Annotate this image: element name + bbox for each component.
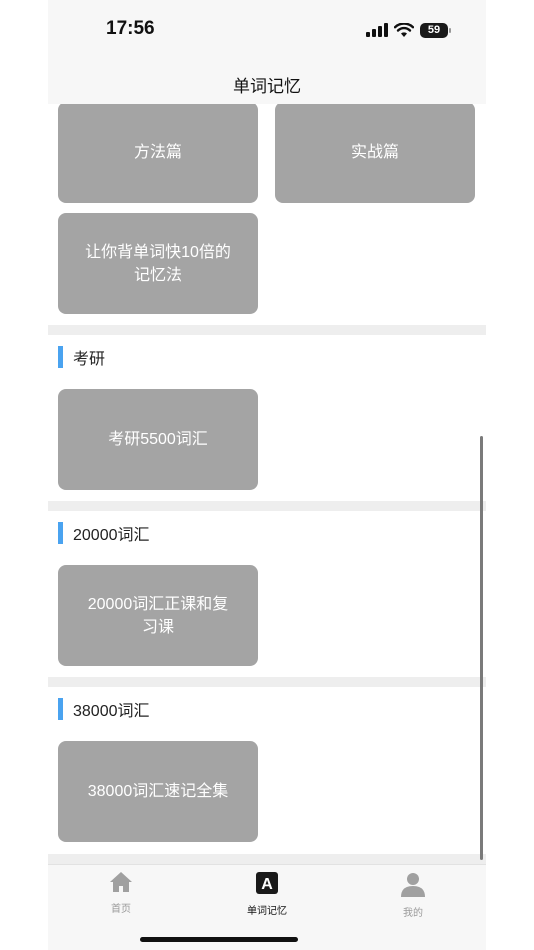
section-title: 38000词汇 xyxy=(73,703,150,720)
scrollbar[interactable] xyxy=(480,436,483,860)
tab-mine[interactable]: 我的 xyxy=(353,871,473,919)
course-tile[interactable]: 20000词汇正课和复习课 xyxy=(58,565,258,666)
nav-bar: 单词记忆 xyxy=(48,60,486,104)
section-divider xyxy=(48,501,486,511)
status-time: 17:56 xyxy=(106,18,155,39)
svg-text:A: A xyxy=(261,876,273,893)
status-icons: 59 xyxy=(366,20,451,40)
tab-home[interactable]: 首页 xyxy=(61,871,181,915)
course-tile[interactable]: 实战篇 xyxy=(275,104,475,203)
content-scroll[interactable]: 方法篇 实战篇 让你背单词快10倍的记忆法 考研 考研5500词汇 20000词… xyxy=(48,104,486,864)
course-tile[interactable]: 38000词汇速记全集 xyxy=(58,741,258,842)
tab-label: 我的 xyxy=(403,908,423,919)
section-accent-bar xyxy=(58,522,63,544)
wifi-icon xyxy=(394,22,414,37)
section-divider xyxy=(48,677,486,687)
letter-a-icon: A xyxy=(256,872,278,894)
person-icon xyxy=(401,873,425,897)
section-header: 考研 xyxy=(58,345,105,369)
status-bar: 17:56 59 xyxy=(48,0,486,60)
tab-label: 首页 xyxy=(111,904,131,915)
course-tile[interactable]: 考研5500词汇 xyxy=(58,389,258,490)
page-title: 单词记忆 xyxy=(233,77,301,96)
section-accent-bar xyxy=(58,698,63,720)
tab-label: 单词记忆 xyxy=(247,906,287,917)
section-accent-bar xyxy=(58,346,63,368)
battery-icon: 59 xyxy=(420,22,451,38)
home-indicator xyxy=(140,937,298,942)
section-header: 38000词汇 xyxy=(58,697,150,721)
home-icon xyxy=(110,872,132,892)
section-header: 20000词汇 xyxy=(58,521,150,545)
course-tile[interactable]: 让你背单词快10倍的记忆法 xyxy=(58,213,258,314)
section-divider xyxy=(48,325,486,335)
app-frame: 17:56 59 单词记忆 方法篇 实战篇 让你背单词快10倍的记忆法 考研 考… xyxy=(48,0,486,950)
section-divider xyxy=(48,854,486,864)
section-title: 考研 xyxy=(73,351,106,368)
section-title: 20000词汇 xyxy=(73,527,150,544)
tab-word-memory[interactable]: A 单词记忆 xyxy=(207,871,327,917)
cellular-signal-icon xyxy=(366,23,388,37)
course-tile[interactable]: 方法篇 xyxy=(58,104,258,203)
